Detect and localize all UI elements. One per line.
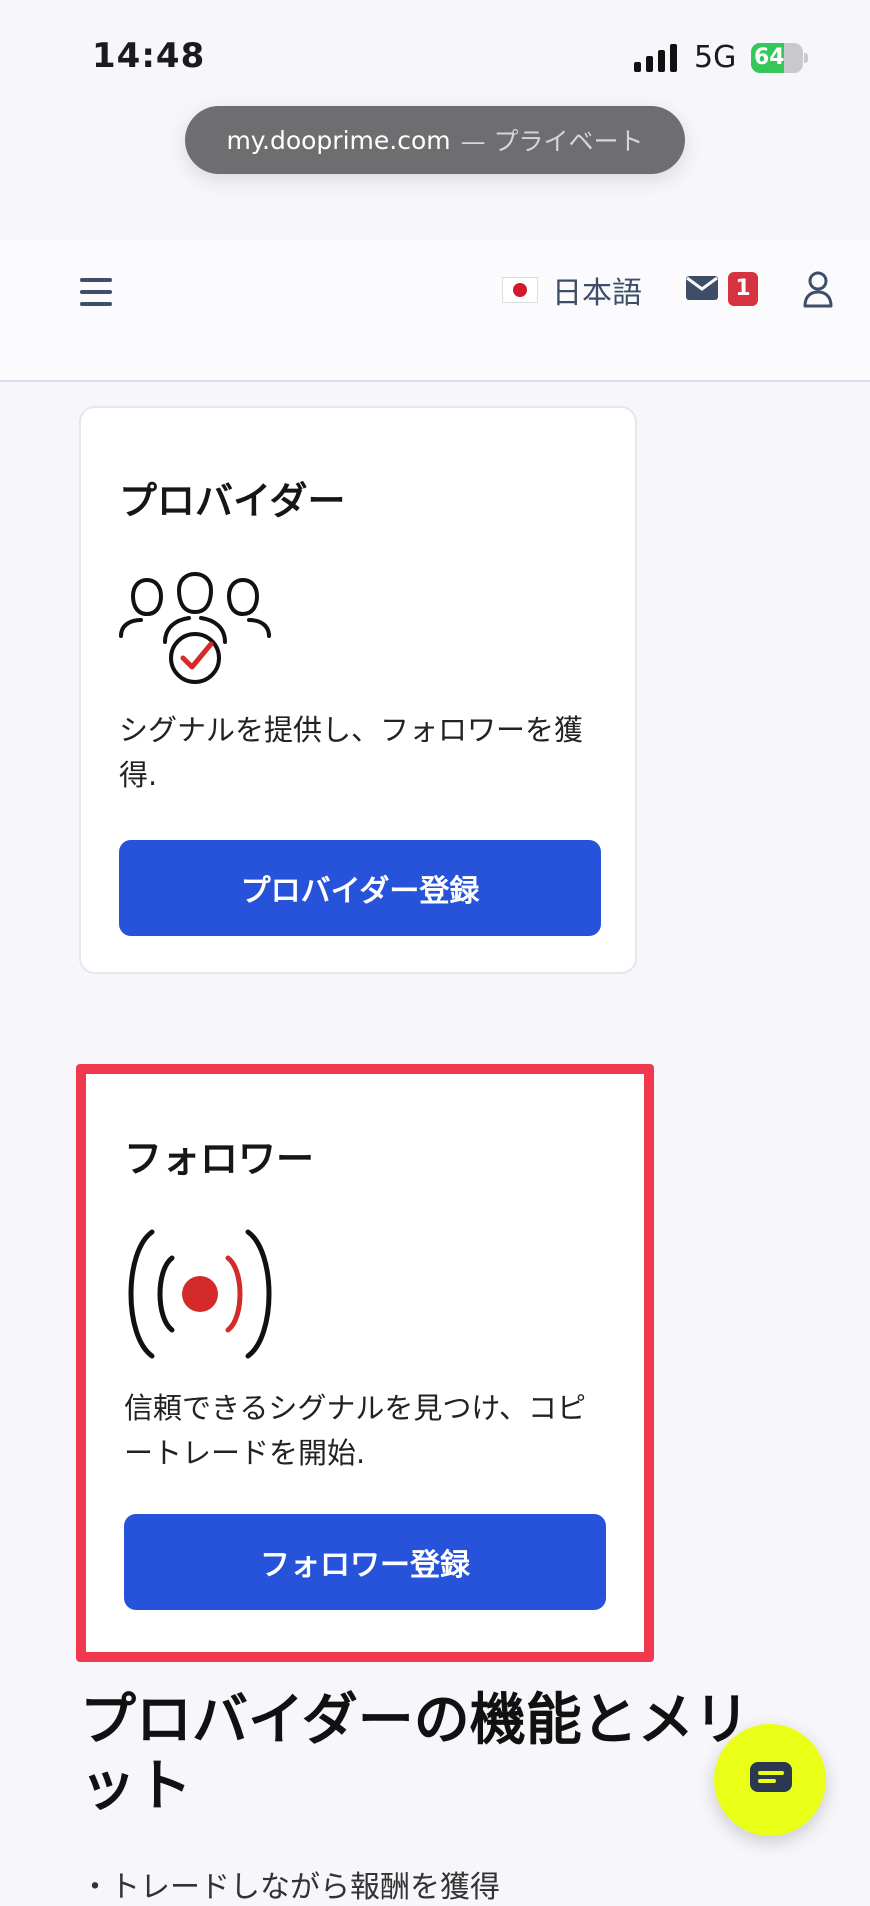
broadcast-signal-icon xyxy=(128,1229,272,1359)
mail-icon[interactable] xyxy=(685,274,719,302)
language-label: 日本語 xyxy=(552,276,642,311)
status-time: 14:48 xyxy=(92,36,206,76)
chat-bubble-icon xyxy=(750,1762,792,1792)
users-check-icon xyxy=(119,572,271,684)
url-bar[interactable]: my.dooprime.com — プライベート xyxy=(185,106,685,174)
provider-title: プロバイダー xyxy=(119,479,346,523)
messages-badge: 1 xyxy=(728,272,758,306)
language-selector[interactable]: 日本語 xyxy=(502,270,642,311)
follower-card: フォロワー 信頼できるシグナルを見つけ、コピートレードを開始. フォロワー登録 xyxy=(76,1064,654,1662)
url-domain: my.dooprime.com xyxy=(226,125,451,155)
follower-title: フォロワー xyxy=(124,1137,315,1181)
section-heading: プロバイダーの機能とメリット xyxy=(80,1688,750,1819)
follower-description: 信頼できるシグナルを見つけ、コピートレードを開始. xyxy=(124,1391,586,1470)
site-header: 日本語 1 xyxy=(0,240,870,382)
japan-flag-icon xyxy=(502,277,538,303)
battery-percent: 64 xyxy=(754,45,785,70)
network-type: 5G xyxy=(694,40,737,75)
battery-indicator: 64 xyxy=(751,43,809,73)
user-account-icon[interactable] xyxy=(802,270,834,308)
chat-button[interactable] xyxy=(714,1724,826,1836)
provider-register-button[interactable]: プロバイダー登録 xyxy=(119,840,601,936)
follower-register-button[interactable]: フォロワー登録 xyxy=(124,1514,606,1610)
status-bar: 14:48 5G 64 xyxy=(0,0,870,110)
provider-description: シグナルを提供し、フォロワーを獲得. xyxy=(119,713,584,792)
cellular-signal-icon xyxy=(634,44,677,72)
hamburger-menu-icon[interactable] xyxy=(80,278,112,306)
feature-list-item: ・トレードしながら報酬を獲得 xyxy=(80,1870,500,1905)
provider-card: プロバイダー シグナルを提供し、フォロワーを獲得. プロバイダー登録 xyxy=(79,406,637,974)
private-mode-label: — プライベート xyxy=(460,127,644,156)
